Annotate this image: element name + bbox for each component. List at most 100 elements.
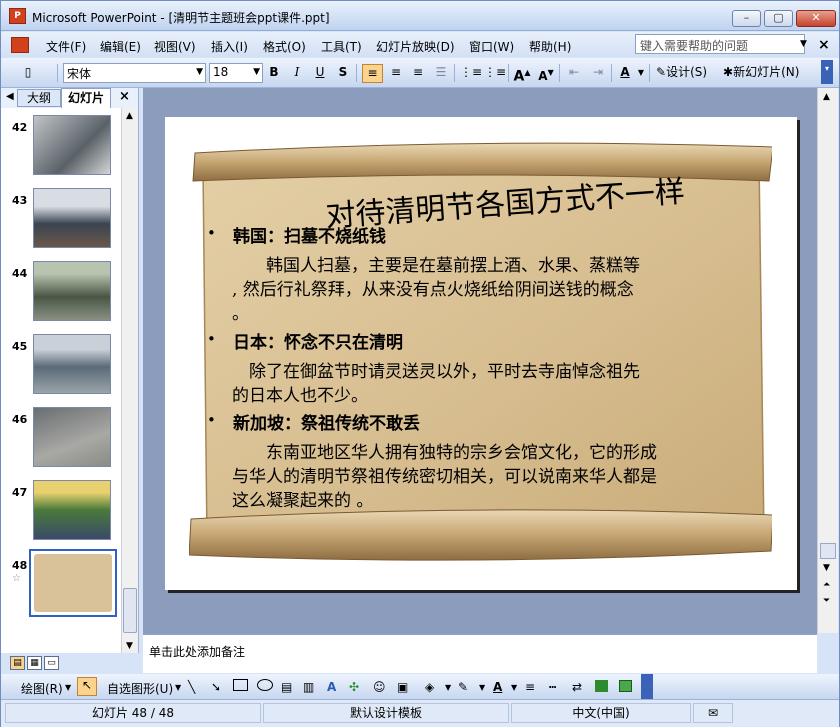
- menu-window[interactable]: 窗口(W): [469, 38, 514, 55]
- slide-thumbnail-44[interactable]: [33, 261, 111, 321]
- scroll-up-icon[interactable]: ▲: [823, 92, 830, 102]
- rectangle-tool-icon[interactable]: [233, 679, 248, 691]
- chevron-down-icon[interactable]: ▼: [175, 683, 181, 692]
- design-button[interactable]: ✎设计(S): [656, 64, 718, 83]
- increase-indent-icon[interactable]: ⇥: [589, 64, 607, 83]
- bullets-icon[interactable]: ⋮≡: [484, 64, 506, 83]
- draw-menu-button[interactable]: 绘图(R): [21, 680, 63, 697]
- tab-slides[interactable]: 幻灯片: [61, 88, 111, 108]
- previous-slide-icon[interactable]: ⏶: [823, 580, 830, 590]
- underline-button[interactable]: U: [312, 64, 328, 83]
- align-right-icon[interactable]: ≡: [409, 64, 427, 83]
- select-pointer-icon[interactable]: ↖: [77, 677, 97, 696]
- menu-insert[interactable]: 插入(I): [211, 38, 248, 55]
- shadow-style-icon[interactable]: [595, 680, 608, 692]
- scrollbar-thumb[interactable]: [123, 588, 137, 633]
- drawbar-font-color-icon[interactable]: A: [493, 680, 502, 694]
- font-color-button[interactable]: A: [616, 64, 634, 83]
- normal-view-icon[interactable]: ▤: [10, 656, 25, 670]
- tab-outline[interactable]: 大纲: [17, 89, 61, 107]
- picture-icon[interactable]: ▣: [397, 680, 408, 694]
- document-icon[interactable]: [11, 37, 29, 53]
- scroll-up-icon[interactable]: ▲: [126, 111, 133, 121]
- chevron-down-icon[interactable]: ▼: [445, 683, 451, 692]
- slide-scrollbar[interactable]: ▲ ▼ ⏶ ⏷: [817, 88, 838, 633]
- clipart-icon[interactable]: ☺: [373, 680, 386, 694]
- menu-slideshow[interactable]: 幻灯片放映(D): [376, 38, 455, 55]
- design-template-indicator[interactable]: 默认设计模板: [263, 703, 509, 723]
- numbering-icon[interactable]: ⋮≡: [460, 64, 482, 83]
- section-body-singapore[interactable]: 东南亚地区华人拥有独特的宗乡会馆文化，它的形成 与华人的清明节祭祖传统密切相关，…: [232, 441, 657, 513]
- wordart-icon[interactable]: A: [327, 680, 336, 694]
- section-body-korea[interactable]: 韩国人扫墓，主要是在墓前摆上酒、水果、蒸糕等 , 然后行礼祭拜，从来没有点火烧纸…: [232, 254, 640, 326]
- slide-sorter-icon[interactable]: ▦: [27, 656, 42, 670]
- notes-pane[interactable]: 单击此处添加备注: [143, 633, 817, 673]
- slide-thumbnail-46[interactable]: [33, 407, 111, 467]
- menu-file[interactable]: 文件(F): [46, 38, 86, 55]
- vertical-textbox-icon[interactable]: ▥: [303, 680, 314, 694]
- slide-thumbnail-48-selected[interactable]: [29, 549, 117, 617]
- slide-thumbnail-43[interactable]: [33, 188, 111, 248]
- toolbar-options-button[interactable]: ▾: [821, 60, 833, 84]
- menu-tools[interactable]: 工具(T): [321, 38, 362, 55]
- textbox-icon[interactable]: ▤: [281, 680, 292, 694]
- document-close-button[interactable]: ×: [818, 37, 830, 53]
- font-size-select[interactable]: 18 ▼: [209, 63, 263, 83]
- autoshapes-menu-button[interactable]: 自选图形(U): [107, 680, 173, 697]
- menu-format[interactable]: 格式(O): [263, 38, 306, 55]
- scrollbar-thumb[interactable]: [820, 543, 836, 559]
- dash-style-icon[interactable]: ┅: [549, 680, 556, 694]
- line-color-icon[interactable]: ✎: [458, 680, 468, 694]
- oval-tool-icon[interactable]: [257, 679, 273, 691]
- help-search-input[interactable]: 键入需要帮助的问题: [635, 34, 805, 54]
- font-name-select[interactable]: 宋体 ▼: [63, 63, 206, 83]
- decrease-indent-icon[interactable]: ⇤: [565, 64, 583, 83]
- slideshow-icon[interactable]: ▭: [44, 656, 59, 670]
- new-slide-button[interactable]: ✱新幻灯片(N): [723, 64, 813, 83]
- chevron-down-icon[interactable]: ▼: [637, 64, 645, 83]
- increase-font-icon[interactable]: A▲: [513, 64, 531, 85]
- chevron-down-icon[interactable]: ▼: [479, 683, 485, 692]
- scroll-down-icon[interactable]: ▼: [126, 641, 133, 651]
- new-file-icon[interactable]: ▯: [19, 64, 37, 83]
- pane-close-button[interactable]: ×: [119, 89, 130, 104]
- menu-view[interactable]: 视图(V): [154, 38, 196, 55]
- maximize-button[interactable]: ▢: [764, 10, 793, 27]
- align-center-icon[interactable]: ≡: [387, 64, 405, 83]
- 3d-style-icon[interactable]: [619, 680, 632, 692]
- slide-thumbnail-45[interactable]: [33, 334, 111, 394]
- menu-help[interactable]: 帮助(H): [529, 38, 571, 55]
- drawbar-options-button[interactable]: [641, 674, 653, 699]
- align-left-button[interactable]: ≡: [362, 64, 383, 83]
- justify-icon[interactable]: ☰: [432, 64, 450, 83]
- thumbnail-scrollbar[interactable]: ▲ ▼: [121, 108, 138, 653]
- chevron-left-icon[interactable]: ◀: [6, 91, 14, 102]
- spelling-status-icon[interactable]: ✉: [693, 703, 733, 723]
- slide-thumbnail-47[interactable]: [33, 480, 111, 540]
- arrow-style-icon[interactable]: ⇄: [572, 680, 582, 694]
- section-heading-singapore[interactable]: 新加坡：祭祖传统不敢丢: [233, 409, 420, 434]
- section-heading-korea[interactable]: 韩国：扫墓不烧纸钱: [233, 222, 386, 247]
- shadow-button[interactable]: S: [335, 64, 351, 83]
- line-tool-icon[interactable]: ╲: [188, 680, 195, 694]
- chevron-down-icon[interactable]: ▼: [511, 683, 517, 692]
- slide-thumbnail-42[interactable]: [33, 115, 111, 175]
- line-style-icon[interactable]: ≡: [525, 680, 535, 694]
- minimize-button[interactable]: –: [732, 10, 761, 27]
- powerpoint-app-icon[interactable]: P: [9, 8, 26, 24]
- menu-edit[interactable]: 编辑(E): [100, 38, 141, 55]
- arrow-tool-icon[interactable]: ➘: [211, 680, 221, 694]
- scroll-down-icon[interactable]: ▼: [823, 563, 830, 573]
- fill-color-icon[interactable]: ◈: [425, 680, 434, 694]
- bold-button[interactable]: B: [266, 64, 282, 83]
- close-button[interactable]: ✕: [796, 10, 836, 27]
- next-slide-icon[interactable]: ⏷: [823, 596, 830, 606]
- italic-button[interactable]: I: [289, 64, 305, 83]
- decrease-font-icon[interactable]: A▼: [537, 64, 555, 83]
- chevron-down-icon[interactable]: ▼: [800, 39, 807, 49]
- current-slide[interactable]: 对待清明节各国方式不一样 • 韩国：扫墓不烧纸钱 韩国人扫墓，主要是在墓前摆上酒…: [165, 117, 797, 590]
- diagram-icon[interactable]: ✣: [349, 680, 359, 694]
- chevron-down-icon[interactable]: ▼: [65, 683, 71, 692]
- section-heading-japan[interactable]: 日本：怀念不只在清明: [233, 328, 403, 353]
- section-body-japan[interactable]: 除了在御盆节时请灵送灵以外，平时去寺庙悼念祖先 的日本人也不少。: [232, 360, 640, 408]
